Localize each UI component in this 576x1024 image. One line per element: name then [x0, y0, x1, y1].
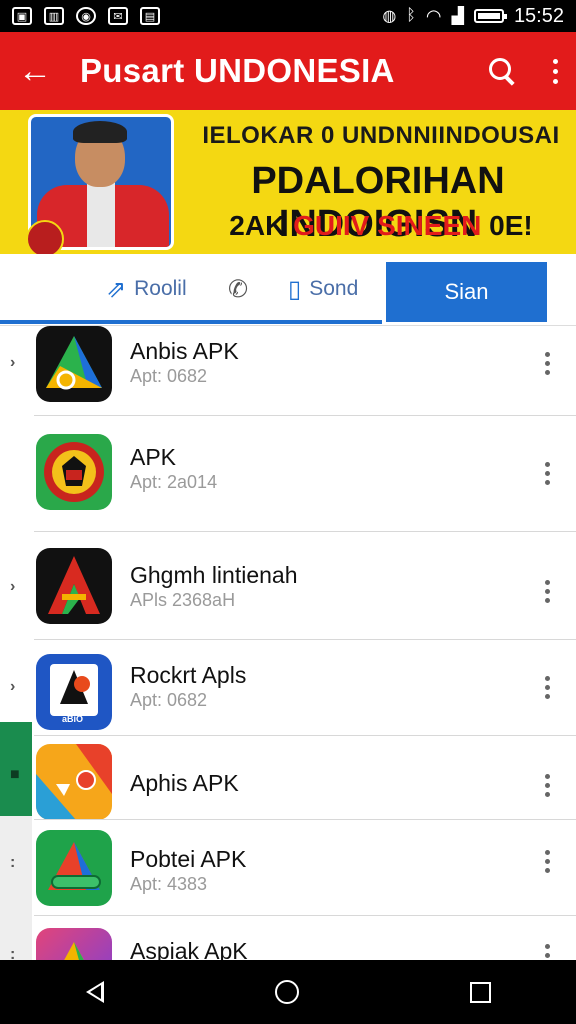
list-item[interactable]: ■ Aphis APK	[0, 736, 576, 820]
more-vert-icon[interactable]	[553, 58, 558, 84]
app-name: Pobtei APK	[130, 846, 247, 872]
app-subtitle: Apt: 0682	[130, 366, 208, 386]
share-icon: ⇗	[106, 275, 127, 303]
tab-phone[interactable]: ✆	[228, 254, 256, 324]
phone-icon: ✆	[228, 275, 249, 303]
app-icon	[36, 830, 112, 906]
app-name: Aphis APK	[130, 770, 239, 796]
app-icon	[36, 326, 112, 402]
side-handle-icon: ›	[10, 678, 16, 695]
app-subtitle: APls 2368aH	[130, 590, 236, 610]
signal-icon: ▟	[451, 8, 464, 25]
app-subtitle: Apt: 0682	[130, 690, 208, 710]
tab-roolil[interactable]: ⇗ Roolil	[106, 254, 187, 324]
nav-recents-icon[interactable]	[469, 981, 491, 1003]
tab-label: Roolil	[134, 277, 187, 300]
app-icon	[36, 744, 112, 820]
list-item[interactable]: : Pobtei APK Apt: 4383	[0, 820, 576, 916]
banner-line-3: 2AK GUIIV SINEEN 0E!	[229, 210, 533, 241]
more-vert-icon[interactable]	[545, 850, 550, 873]
wifi-icon: ◠	[425, 5, 442, 26]
side-handle-icon: :	[10, 854, 16, 871]
app-icon: aBiO	[36, 654, 112, 730]
list-item[interactable]: › aBiO Rockrt Apls Apt: 0682	[0, 640, 576, 736]
app-bar: ← Pusart UNDONESIA	[0, 32, 576, 110]
tab-label: Sian	[444, 279, 489, 304]
app-name: Aspiak ApK	[130, 938, 248, 960]
tab-label: Sond	[309, 277, 359, 300]
app-name: Rockrt Apls	[130, 662, 247, 688]
more-vert-icon[interactable]	[545, 774, 550, 797]
tab-sian[interactable]: Sian	[386, 262, 547, 322]
tab-bar: ⇗ Roolil ✆ ▯ Sond Sian	[0, 254, 576, 326]
mail-icon: ✉	[108, 7, 128, 25]
battery-icon	[473, 9, 507, 23]
app-list: › Anbis APK Apt: 0682 APK Apt: 2a014 › G…	[0, 326, 576, 960]
clipboard-icon: ▯	[288, 275, 302, 303]
lock-icon: ■	[10, 766, 20, 783]
search-icon[interactable]	[489, 58, 515, 84]
app-subtitle: Apt: 4383	[130, 874, 208, 894]
more-vert-icon[interactable]	[545, 462, 550, 485]
chart-icon: ▥	[44, 7, 64, 25]
app-icon	[36, 548, 112, 624]
banner-line-1: IELOKAR 0 UNDNNIINDOUSAI	[202, 122, 560, 149]
side-handle-icon: ›	[10, 354, 16, 371]
more-vert-icon[interactable]	[545, 944, 550, 960]
app-icon	[36, 928, 112, 960]
tab-sond[interactable]: ▯ Sond	[288, 254, 358, 324]
list-item[interactable]: › Ghgmh lintienah APls 2368aH	[0, 532, 576, 640]
app-name: APK	[130, 444, 177, 470]
bluetooth-icon: ᛒ	[406, 7, 416, 24]
status-bar: ▣ ▥ ◉ ✉ ▤ ◍ ᛒ ◠ ▟ 15:52	[0, 0, 576, 32]
file-icon: ▤	[140, 7, 160, 25]
circle-icon: ◉	[76, 7, 96, 25]
more-vert-icon[interactable]	[545, 676, 550, 699]
app-icon-badge: aBiO	[62, 714, 84, 724]
more-vert-icon[interactable]	[545, 352, 550, 375]
app-name: Anbis APK	[130, 338, 239, 364]
tab-indicator	[0, 320, 382, 324]
emblem-icon	[26, 220, 64, 254]
system-nav-bar	[0, 960, 576, 1024]
side-handle-icon: ›	[10, 578, 16, 595]
side-handle-icon: :	[10, 946, 16, 960]
page-title: Pusart UNDONESIA	[80, 52, 395, 89]
app-name: Ghgmh lintienah	[130, 562, 298, 588]
photo-icon: ▣	[12, 7, 32, 25]
vibrate-icon: ◍	[382, 8, 397, 25]
list-item[interactable]: : Aspiak ApK	[0, 916, 576, 960]
promo-banner[interactable]: IELOKAR 0 UNDNNIINDOUSAI PDALORIHAN INDO…	[0, 110, 576, 254]
nav-back-icon[interactable]	[85, 981, 104, 1003]
app-icon	[36, 434, 112, 510]
more-vert-icon[interactable]	[545, 580, 550, 603]
nav-home-icon[interactable]	[274, 980, 299, 1004]
status-time: 15:52	[513, 4, 564, 27]
list-item[interactable]: › Anbis APK Apt: 0682	[0, 326, 576, 416]
arrow-back-icon[interactable]: ←	[18, 52, 58, 91]
app-subtitle: Apt: 2a014	[130, 472, 218, 492]
list-item[interactable]: APK Apt: 2a014	[0, 416, 576, 532]
